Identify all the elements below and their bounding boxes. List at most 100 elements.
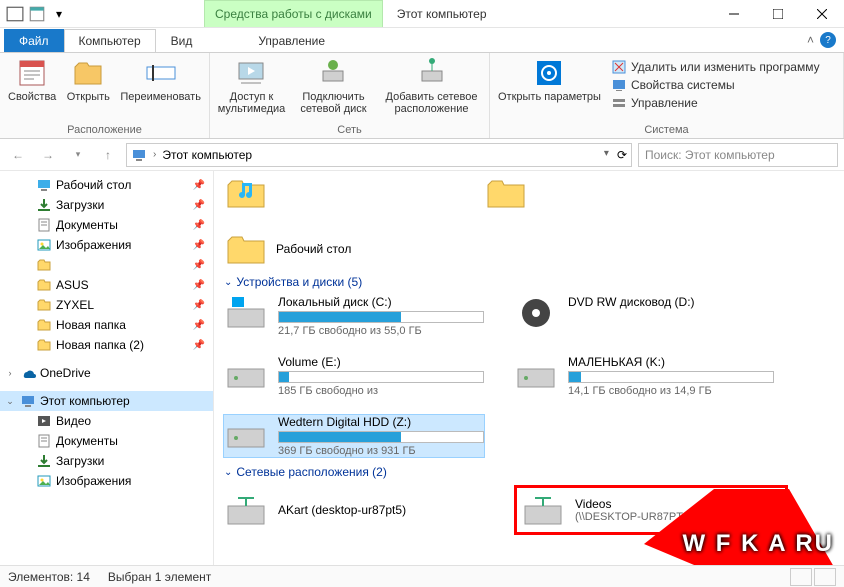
sidebar-item-label: Видео [56, 414, 209, 428]
chevron-down-icon: ⌄ [224, 277, 232, 288]
thispc-icon [131, 147, 147, 163]
folder-icon [36, 257, 52, 273]
sidebar-item-label: ZYXEL [56, 298, 189, 312]
drive-tile[interactable]: Volume (E:)185 ГБ свободно из [224, 355, 484, 397]
folder-tile[interactable] [484, 175, 724, 211]
search-input[interactable]: Поиск: Этот компьютер [638, 143, 838, 167]
map-drive-button[interactable]: Подключить сетевой диск [295, 57, 372, 115]
network-drive-icon [224, 492, 268, 528]
quick-access-toolbar: ▾ [0, 1, 74, 27]
properties-button[interactable]: Свойства [8, 57, 56, 103]
devices-section-header[interactable]: ⌄ Устройства и диски (5) [224, 275, 834, 289]
sidebar-item-label: Изображения [56, 238, 189, 252]
group-network-label: Сеть [210, 122, 489, 138]
videos-icon [36, 413, 52, 429]
folder-icon [36, 317, 52, 333]
sidebar-item[interactable]: Изображения 📌 [0, 235, 213, 255]
drive-tile[interactable]: МАЛЕНЬКАЯ (K:)14,1 ГБ свободно из 14,9 Г… [514, 355, 774, 397]
sidebar-item[interactable]: Рабочий стол📌 [0, 175, 213, 195]
forward-button[interactable]: → [36, 143, 60, 167]
ribbon-collapse-icon[interactable]: ˄ [807, 33, 814, 47]
address-dropdown-icon[interactable]: ▾ [604, 148, 609, 162]
uninstall-programs-button[interactable]: Удалить или изменить программу [611, 59, 820, 75]
network-location-tile[interactable]: Videos(\\DESKTOP-UR87PT5\User... [521, 492, 781, 528]
maximize-button[interactable] [756, 0, 800, 28]
qat-dropdown-icon[interactable]: ▾ [50, 5, 68, 23]
help-icon[interactable]: ? [820, 32, 836, 48]
refresh-icon[interactable]: ⟳ [617, 148, 627, 162]
drive-tile[interactable]: Wedtern Digital HDD (Z:)369 ГБ свободно … [224, 415, 484, 457]
sidebar-item-label: Новая папка (2) [56, 338, 189, 352]
sidebar-item-label: Этот компьютер [40, 394, 209, 408]
tab-computer[interactable]: Компьютер [64, 29, 156, 52]
sidebar-item[interactable]: Загрузки [0, 451, 213, 471]
system-properties-button[interactable]: Свойства системы [611, 77, 820, 93]
downloads-icon [36, 453, 52, 469]
folder-icon [36, 277, 52, 293]
ribbon-tabs: Файл Компьютер Вид Управление ˄ ? [0, 28, 844, 53]
view-icons-button[interactable] [814, 568, 836, 586]
close-button[interactable] [800, 0, 844, 28]
navigation-pane[interactable]: Рабочий стол📌Загрузки📌Документы📌Изображе… [0, 171, 214, 565]
manage-button[interactable]: Управление [611, 95, 820, 111]
address-bar[interactable]: › Этот компьютер ▾ ⟳ [126, 143, 632, 167]
add-network-location-button[interactable]: Добавить сетевое расположение [382, 57, 481, 115]
desktop-icon [36, 177, 52, 193]
sidebar-item[interactable]: ⌄Этот компьютер [0, 391, 213, 411]
drive-tile[interactable]: DVD RW дисковод (D:) [514, 295, 774, 337]
network-item-path: (\\DESKTOP-UR87PT5\User... [575, 511, 724, 523]
search-placeholder: Поиск: Этот компьютер [645, 148, 775, 162]
sidebar-item[interactable]: ASUS📌 [0, 275, 213, 295]
folder-tile[interactable]: Рабочий стол [224, 231, 464, 267]
media-access-button[interactable]: Доступ к мультимедиа [218, 57, 285, 115]
network-section-header[interactable]: ⌄ Сетевые расположения (2) [224, 465, 834, 479]
qat-properties-icon[interactable] [28, 5, 46, 23]
sidebar-item[interactable]: Новая папка (2)📌 [0, 335, 213, 355]
sidebar-item[interactable]: Документы [0, 431, 213, 451]
content-pane[interactable]: Рабочий стол ⌄ Устройства и диски (5) Ло… [214, 171, 844, 565]
open-button[interactable]: Открыть [66, 57, 110, 103]
sidebar-item[interactable]: ›OneDrive [0, 363, 213, 383]
rename-button[interactable]: Переименовать [120, 57, 201, 103]
pin-icon: 📌 [193, 180, 205, 191]
sidebar-item[interactable]: Документы📌 [0, 215, 213, 235]
pin-icon: 📌 [193, 260, 205, 271]
watermark: W F K A RU [682, 530, 834, 558]
app-icon [6, 5, 24, 23]
desktop-icon [224, 231, 268, 267]
folder-tile[interactable] [224, 175, 464, 211]
group-system-label: Система [490, 122, 843, 138]
view-details-button[interactable] [790, 568, 812, 586]
sidebar-item[interactable]: 📌 [0, 255, 213, 275]
tab-file[interactable]: Файл [4, 29, 64, 52]
up-button[interactable]: ↑ [96, 143, 120, 167]
drive-free-text: 14,1 ГБ свободно из 14,9 ГБ [568, 385, 774, 397]
minimize-button[interactable] [712, 0, 756, 28]
sidebar-item[interactable]: ZYXEL📌 [0, 295, 213, 315]
open-settings-button[interactable]: Открыть параметры [498, 57, 601, 103]
network-drive-icon [521, 492, 565, 528]
documents-icon [36, 217, 52, 233]
address-text: Этот компьютер [162, 148, 252, 162]
back-button[interactable]: ← [6, 143, 30, 167]
drive-icon [514, 295, 558, 331]
pin-icon: 📌 [193, 280, 205, 291]
sidebar-item-label: Новая папка [56, 318, 189, 332]
status-bar: Элементов: 14 Выбран 1 элемент [0, 565, 844, 587]
sidebar-item-label: Документы [56, 434, 209, 448]
sidebar-item[interactable]: Видео [0, 411, 213, 431]
drive-tile[interactable]: Локальный диск (C:)21,7 ГБ свободно из 5… [224, 295, 484, 337]
contextual-tab-label: Средства работы с дисками [204, 0, 383, 27]
tab-view[interactable]: Вид [156, 29, 208, 52]
tab-manage[interactable]: Управление [243, 29, 340, 52]
drive-name: Локальный диск (C:) [278, 295, 484, 309]
recent-locations-button[interactable]: ▾ [66, 143, 90, 167]
pin-icon: 📌 [193, 320, 205, 331]
sidebar-item[interactable]: Загрузки📌 [0, 195, 213, 215]
pin-icon: 📌 [193, 240, 205, 251]
sidebar-item[interactable]: Новая папка 📌 [0, 315, 213, 335]
status-selection: Выбран 1 элемент [108, 570, 211, 584]
sidebar-item-label: Загрузки [56, 198, 189, 212]
network-location-tile[interactable]: AKart (desktop-ur87pt5) [224, 485, 484, 535]
sidebar-item[interactable]: Изображения [0, 471, 213, 491]
